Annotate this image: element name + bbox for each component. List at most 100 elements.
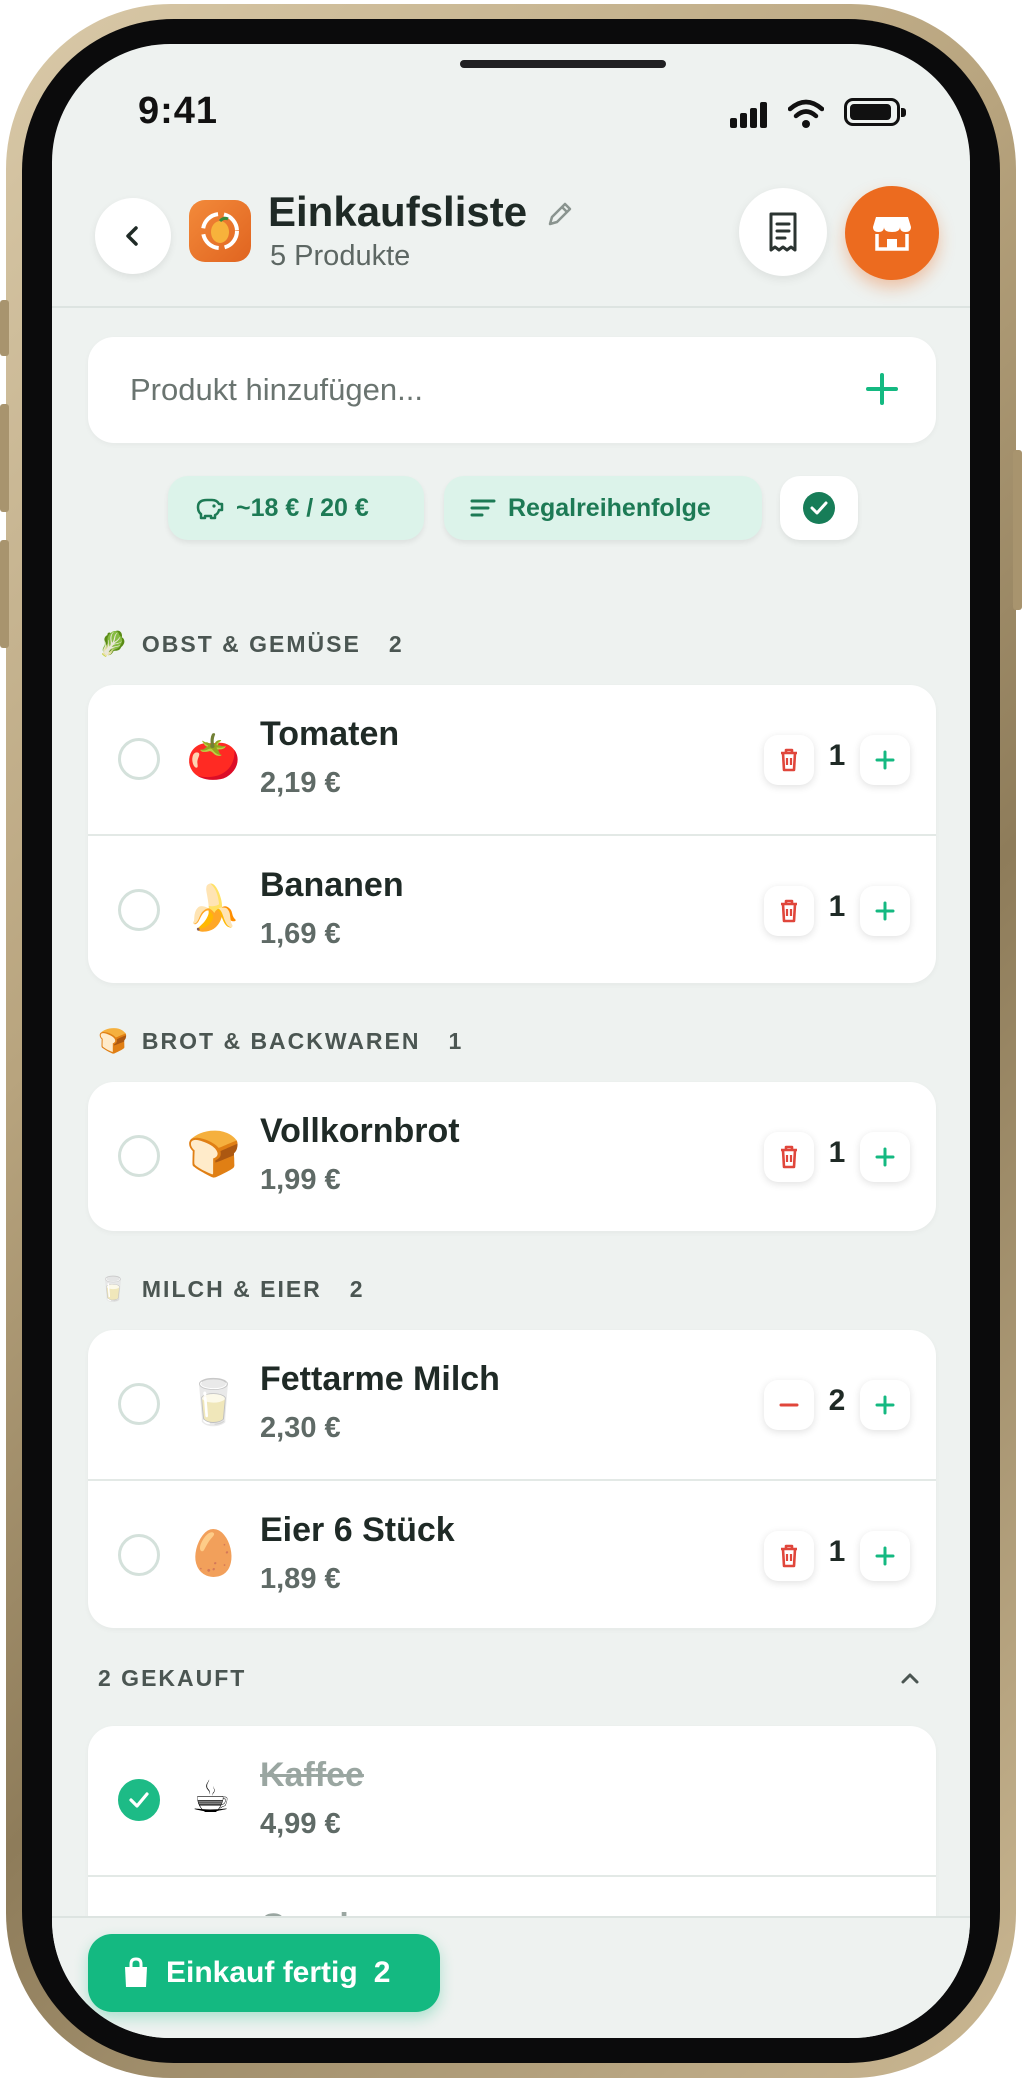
finish-shopping-button[interactable]: Einkauf fertig 2 — [88, 1934, 440, 2012]
bought-item[interactable]: ☕ Kaffee 4,99 € — [88, 1726, 936, 1875]
toggle-checked-chip[interactable] — [780, 476, 858, 540]
sort-icon — [470, 499, 496, 517]
item-checkbox-checked[interactable] — [118, 1779, 160, 1821]
list-item[interactable]: 🥛 Fettarme Milch 2,30 € 2 — [88, 1330, 936, 1479]
volume-up-button — [0, 404, 9, 512]
minus-icon — [779, 1403, 799, 1407]
section-card-produce: 🍅 Tomaten 2,19 € 1 🍌 Bananen 1,69 € 1 — [88, 685, 936, 983]
item-checkbox[interactable] — [118, 1534, 160, 1576]
item-price: 4,99 € — [260, 1808, 341, 1840]
quantity-value: 1 — [828, 890, 846, 923]
plus-icon — [875, 750, 895, 770]
battery-icon — [844, 98, 906, 126]
delete-button[interactable] — [764, 1531, 814, 1581]
banana-icon: 🍌 — [186, 884, 241, 933]
item-price: 1,89 € — [260, 1563, 341, 1595]
coffee-icon: ☕ — [191, 1773, 231, 1822]
item-name: Vollkornbrot — [260, 1112, 460, 1150]
bread-icon: 🍞 — [186, 1130, 241, 1179]
section-count: 2 — [349, 1276, 365, 1302]
shopping-bag-icon — [125, 1957, 147, 1987]
cellular-signal-icon — [730, 102, 770, 128]
item-checkbox[interactable] — [118, 1383, 160, 1425]
decrement-button[interactable] — [764, 1380, 814, 1430]
increment-button[interactable] — [860, 1132, 910, 1182]
section-header-produce: 🥬 OBST & GEMÜSE 2 — [98, 630, 404, 659]
section-header-bakery: 🍞 BROT & BACKWAREN 1 — [98, 1027, 463, 1056]
item-checkbox[interactable] — [118, 889, 160, 931]
item-price: 2,30 € — [260, 1412, 341, 1444]
chevron-left-icon — [126, 226, 138, 246]
finish-count: 2 — [373, 1956, 391, 1989]
increment-button[interactable] — [860, 886, 910, 936]
receipt-button[interactable] — [739, 188, 827, 276]
store-button[interactable] — [845, 186, 939, 280]
increment-button[interactable] — [860, 735, 910, 785]
add-product-field[interactable]: Produkt hinzufügen... — [88, 337, 936, 443]
back-button[interactable] — [95, 198, 171, 274]
check-circle-icon — [803, 492, 835, 524]
item-price: 2,19 € — [260, 767, 341, 799]
product-count: 5 Produkte — [270, 240, 411, 272]
tomato-icon: 🍅 — [186, 733, 241, 782]
pencil-icon[interactable] — [544, 198, 576, 230]
app-logo — [189, 200, 251, 262]
power-button — [1013, 450, 1022, 610]
plus-icon — [875, 1546, 895, 1566]
list-item[interactable]: 🍞 Vollkornbrot 1,99 € 1 — [88, 1082, 936, 1231]
checkmark-icon — [129, 1792, 149, 1808]
mute-switch — [0, 300, 9, 356]
leafy-green-icon: 🥬 — [98, 631, 128, 658]
item-name: Eier 6 Stück — [260, 1511, 455, 1549]
trash-icon — [781, 899, 797, 923]
sort-chip[interactable]: Regalreihenfolge — [444, 476, 762, 540]
delete-button[interactable] — [764, 1132, 814, 1182]
quantity-value: 1 — [828, 1535, 846, 1568]
section-count: 1 — [448, 1028, 464, 1054]
piggy-bank-icon — [196, 498, 224, 520]
delete-button[interactable] — [764, 735, 814, 785]
section-title: OBST & GEMÜSE — [141, 631, 361, 657]
increment-button[interactable] — [860, 1380, 910, 1430]
add-icon[interactable] — [856, 363, 908, 415]
list-item[interactable]: 🍅 Tomaten 2,19 € 1 — [88, 685, 936, 834]
app-screen: 9:41 Einkaufsliste 5 Produkte Produkt hi… — [52, 44, 970, 2038]
store-icon — [873, 217, 911, 251]
item-checkbox[interactable] — [118, 738, 160, 780]
increment-button[interactable] — [860, 1531, 910, 1581]
milk-glass-icon: 🥛 — [186, 1378, 241, 1427]
app-header: Einkaufsliste 5 Produkte — [52, 164, 970, 308]
egg-icon: 🥚 — [186, 1529, 241, 1578]
section-title: BROT & BACKWAREN — [141, 1028, 421, 1054]
status-time: 9:41 — [138, 90, 219, 132]
plus-icon — [875, 1147, 895, 1167]
budget-label: ~18 € / 20 € — [236, 493, 369, 522]
item-price: 1,99 € — [260, 1164, 341, 1196]
item-price: 1,69 € — [260, 918, 341, 950]
item-name: Tomaten — [260, 715, 400, 753]
finish-label: Einkauf fertig — [166, 1956, 358, 1989]
item-name: Bananen — [260, 866, 404, 904]
budget-chip[interactable]: ~18 € / 20 € — [168, 476, 424, 540]
quantity-value: 1 — [828, 739, 846, 772]
page-title: Einkaufsliste — [268, 188, 528, 235]
list-item[interactable]: 🥚 Eier 6 Stück 1,89 € 1 — [88, 1479, 936, 1628]
trash-icon — [781, 748, 797, 772]
section-title: MILCH & EIER — [141, 1276, 322, 1302]
add-product-placeholder: Produkt hinzufügen... — [130, 372, 423, 407]
quantity-value: 1 — [828, 1136, 846, 1169]
chevron-up-icon[interactable] — [895, 1663, 925, 1693]
list-item[interactable]: 🍌 Bananen 1,69 € 1 — [88, 834, 936, 983]
section-card-bakery: 🍞 Vollkornbrot 1,99 € 1 — [88, 1082, 936, 1231]
section-header-dairy: 🥛 MILCH & EIER 2 — [98, 1275, 365, 1304]
sort-label: Regalreihenfolge — [508, 493, 711, 522]
volume-down-button — [0, 540, 9, 648]
milk-glass-icon: 🥛 — [98, 1276, 128, 1303]
bought-section-title: 2 GEKAUFT — [98, 1665, 247, 1691]
quantity-value: 2 — [828, 1384, 846, 1417]
delete-button[interactable] — [764, 886, 814, 936]
item-checkbox[interactable] — [118, 1135, 160, 1177]
wifi-icon — [788, 99, 824, 128]
trash-icon — [781, 1544, 797, 1568]
status-bar: 9:41 — [52, 44, 970, 154]
